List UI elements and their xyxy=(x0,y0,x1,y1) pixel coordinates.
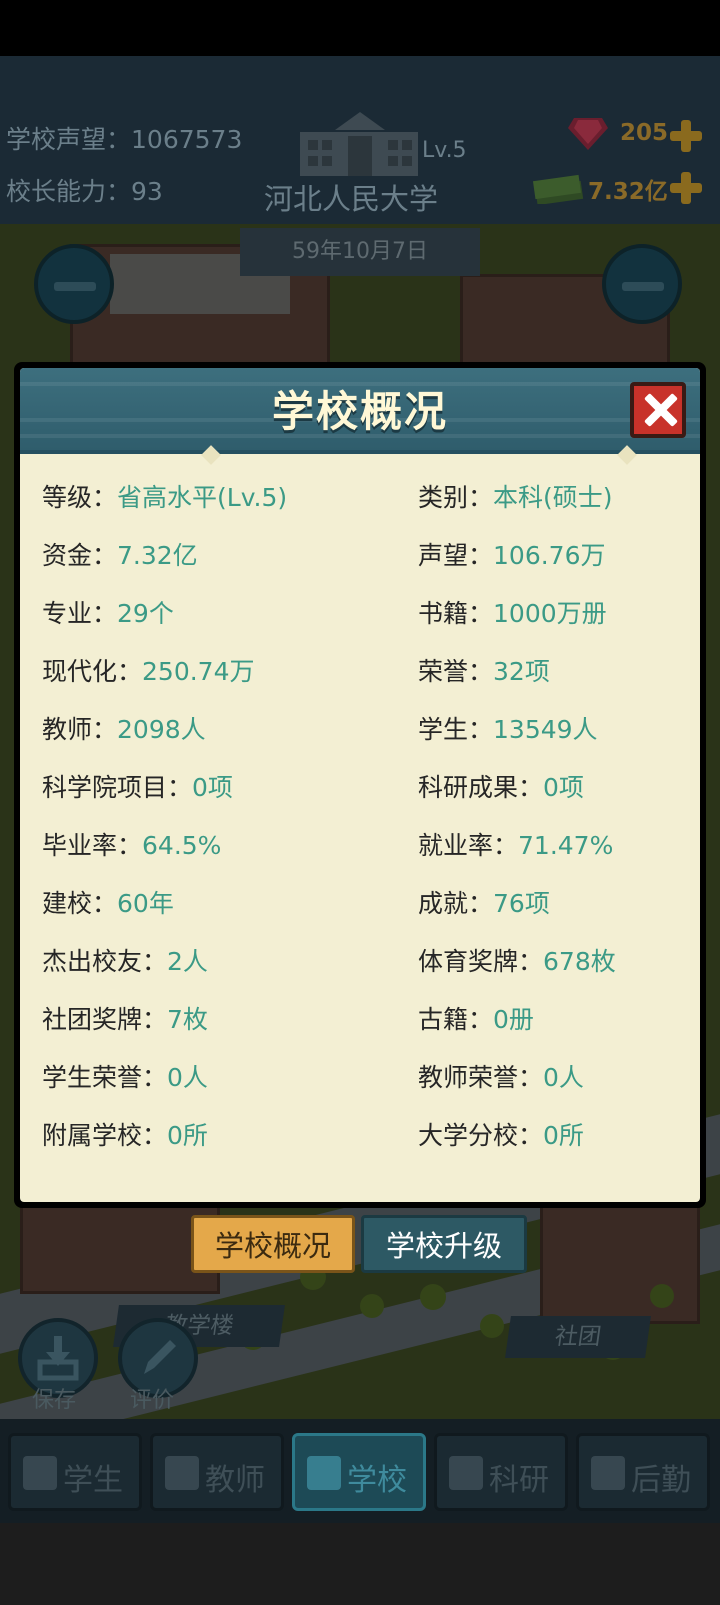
stat-students: 学生：13549人 xyxy=(418,715,598,744)
tree xyxy=(650,1284,674,1308)
system-nav-area xyxy=(0,1523,720,1605)
save-label: 保存 xyxy=(32,1388,77,1413)
tree xyxy=(420,1284,446,1310)
school-overview-dialog: 学校概况 等级：省高水平(Lv.5) 类别：本科(硕士) 资金：7.32亿 声望… xyxy=(14,362,706,1208)
stat-modernization: 现代化：250.74万 xyxy=(42,657,255,686)
building xyxy=(540,1194,700,1324)
ability-display: 校长能力：93 xyxy=(6,172,163,208)
prestige-value: 1067573 xyxy=(131,125,243,154)
prestige-display: 学校声望：1067573 xyxy=(6,120,242,156)
stat-grade: 等级：省高水平(Lv.5) xyxy=(42,483,288,512)
add-gems-button[interactable] xyxy=(670,120,702,152)
bottom-nav: 学生 教师 学校 科研 后勤 xyxy=(0,1419,720,1523)
stat-academy-projects: 科学院项目：0项 xyxy=(42,773,233,802)
stat-founded: 建校：60年 xyxy=(42,889,174,918)
stat-books: 书籍：1000万册 xyxy=(418,599,607,628)
tree xyxy=(360,1294,384,1318)
nav-teachers[interactable]: 教师 xyxy=(150,1433,284,1511)
nav-students[interactable]: 学生 xyxy=(8,1433,142,1511)
stat-teachers: 教师：2098人 xyxy=(42,715,206,744)
stat-notable-alumni: 杰出校友：2人 xyxy=(42,947,208,976)
dialog-title: 学校概况 xyxy=(271,387,448,436)
stat-student-honors: 学生荣誉：0人 xyxy=(42,1063,208,1092)
flask-icon xyxy=(449,1456,483,1490)
zoom-out-button-left[interactable] xyxy=(34,244,114,324)
top-hud: 学校声望：1067573 校长能力：93 Lv.5 河北人民大学 205 7.3… xyxy=(0,56,720,224)
stat-prestige: 声望：106.76万 xyxy=(418,541,606,570)
tab-school-upgrade[interactable]: 学校升级 xyxy=(361,1215,527,1273)
money-icon xyxy=(532,174,584,204)
stat-category: 类别：本科(硕士) xyxy=(418,483,613,512)
club-label[interactable]: 社团 xyxy=(505,1316,651,1358)
teacher-icon xyxy=(165,1456,199,1490)
stat-teacher-honors: 教师荣誉：0人 xyxy=(418,1063,584,1092)
dialog-header: 学校概况 xyxy=(20,368,700,454)
stat-graduation-rate: 毕业率：64.5% xyxy=(42,831,222,860)
zoom-out-button-right[interactable] xyxy=(602,244,682,324)
stat-ancient-books: 古籍：0册 xyxy=(418,1005,534,1034)
prestige-label: 学校声望： xyxy=(6,125,132,154)
stat-honors: 荣誉：32项 xyxy=(418,657,550,686)
stat-achievements: 成就：76项 xyxy=(418,889,550,918)
nav-school[interactable]: 学校 xyxy=(292,1433,426,1511)
ability-label: 校长能力： xyxy=(6,177,132,206)
school-icon xyxy=(307,1456,341,1490)
clipboard-icon xyxy=(591,1456,625,1490)
stat-affiliated-schools: 附属学校：0所 xyxy=(42,1121,208,1150)
money-amount: 7.32亿 xyxy=(588,179,668,205)
nav-research[interactable]: 科研 xyxy=(434,1433,568,1511)
tree xyxy=(480,1314,504,1338)
student-icon xyxy=(23,1456,57,1490)
status-bar xyxy=(0,0,720,56)
stat-employment-rate: 就业率：71.47% xyxy=(418,831,614,860)
stat-branch-campuses: 大学分校：0所 xyxy=(418,1121,584,1150)
rate-label: 评价 xyxy=(130,1388,175,1413)
game-date: 59年10月7日 xyxy=(240,228,480,276)
stat-club-medals: 社团奖牌：7枚 xyxy=(42,1005,208,1034)
stat-funds: 资金：7.32亿 xyxy=(42,541,198,570)
ability-value: 93 xyxy=(131,177,163,206)
school-name: 河北人民大学 xyxy=(264,182,439,216)
stat-research-results: 科研成果：0项 xyxy=(418,773,584,802)
dialog-body: 学校概况 等级：省高水平(Lv.5) 类别：本科(硕士) 资金：7.32亿 声望… xyxy=(20,368,700,1202)
gem-icon xyxy=(568,118,608,150)
school-building-icon xyxy=(300,112,418,176)
close-button[interactable] xyxy=(630,382,686,438)
add-money-button[interactable] xyxy=(670,172,702,204)
gem-count: 205 xyxy=(620,120,669,146)
stat-sports-medals: 体育奖牌：678枚 xyxy=(418,947,616,976)
stat-majors: 专业：29个 xyxy=(42,599,174,628)
nav-logistics[interactable]: 后勤 xyxy=(576,1433,710,1511)
tab-school-overview[interactable]: 学校概况 xyxy=(191,1215,355,1273)
school-level: Lv.5 xyxy=(422,138,467,163)
